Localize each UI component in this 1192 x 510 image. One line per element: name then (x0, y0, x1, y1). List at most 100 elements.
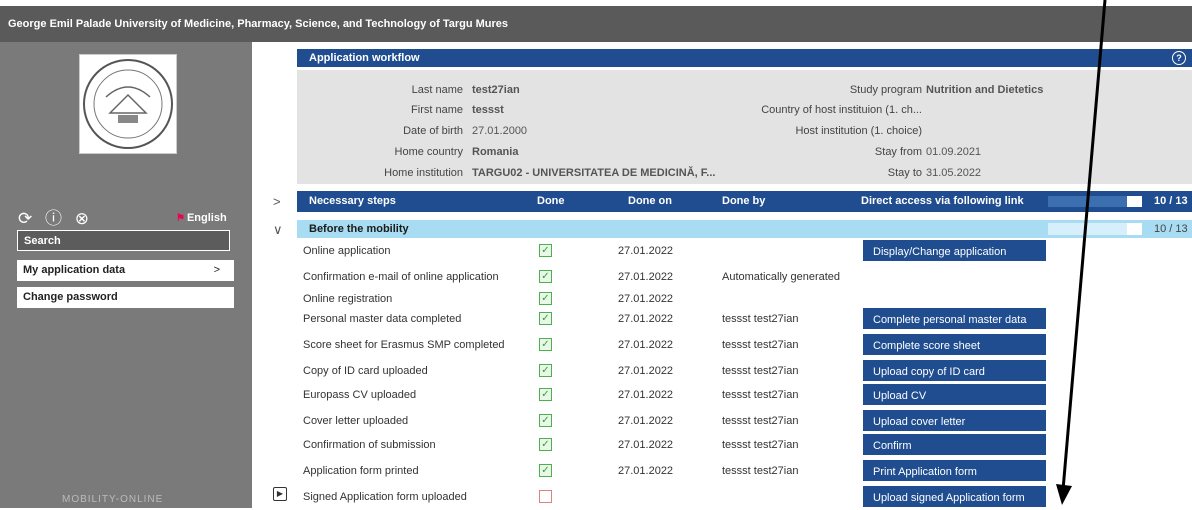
refresh-icon[interactable]: ⟳ (18, 209, 32, 228)
step-name: Confirmation of submission (303, 439, 436, 451)
table-row: Confirmation of submission ✓ 27.01.2022 tes… (297, 434, 1192, 458)
step-name: Online application (303, 245, 391, 257)
last-name-value: test27ian (472, 84, 520, 96)
sidebar-item-my-application-data[interactable]: My application data > (17, 260, 234, 281)
col-done-by: Done by (722, 195, 766, 207)
sidebar: ⟳ ⓘ ⊗ ⚑ English Search My application dat… (0, 42, 252, 508)
checkbox-checked-icon: ✓ (539, 388, 552, 401)
step-name: Confirmation e-mail of online applicatio… (303, 271, 499, 283)
home-institution-value: TARGU02 - UNIVERSITATEA DE MEDICINĂ, F..… (472, 167, 716, 179)
sidebar-item-label: Change password (23, 291, 118, 303)
stay-from-value: 01.09.2021 (926, 146, 982, 158)
step-action-button[interactable]: Upload copy of ID card (863, 360, 1046, 381)
dob-value: 27.01.2000 (472, 125, 528, 137)
stay-to-label: Stay to (887, 167, 922, 179)
done-on-date: 27.01.2022 (618, 313, 674, 325)
language-label: English (186, 212, 227, 224)
step-action-button[interactable]: Upload cover letter (863, 410, 1046, 431)
col-direct-access: Direct access via following link (861, 195, 1024, 207)
necessary-steps-header: Necessary steps Done Done on Done by Dir… (297, 191, 1192, 212)
done-by: tessst test27ian (722, 313, 799, 325)
close-icon[interactable]: ⊗ (75, 209, 89, 228)
col-done: Done (537, 195, 565, 207)
step-name: Online registration (303, 293, 393, 305)
checkbox-checked-icon: ✓ (539, 414, 552, 427)
step-name: Signed Application form uploaded (303, 491, 467, 503)
col-done-on: Done on (628, 195, 672, 207)
checkbox-checked-icon: ✓ (539, 464, 552, 477)
country-host-label: Country of host instituion (1. ch... (761, 104, 922, 116)
step-action-button[interactable]: Print Application form (863, 460, 1046, 481)
study-program-label: Study program (849, 84, 922, 96)
before-mobility-header[interactable]: Before the mobility 10 / 13 (297, 220, 1192, 238)
table-row: Application form printed ✓ 27.01.2022 tesss… (297, 460, 1192, 484)
done-on-date: 27.01.2022 (618, 271, 674, 283)
checkbox-checked-icon: ✓ (539, 438, 552, 451)
collapse-chevron-icon[interactable]: ∨ (273, 222, 283, 238)
chevron-right-icon: > (213, 264, 220, 276)
checkbox-checked-icon: ✓ (539, 270, 552, 283)
flag-icon: ⚑ (176, 213, 185, 224)
language-selector[interactable]: ⚑ English (176, 212, 227, 224)
col-necessary-steps: Necessary steps (309, 195, 396, 207)
host-institution-label: Host institution (1. choice) (795, 125, 922, 137)
before-progress-bar (1048, 223, 1142, 235)
home-institution-label: Home institution (384, 167, 463, 179)
before-mobility-label: Before the mobility (309, 223, 409, 235)
sidebar-item-change-password[interactable]: Change password (17, 287, 234, 308)
table-row: Score sheet for Erasmus SMP completed ✓ 27… (297, 334, 1192, 358)
progress-fill (1127, 223, 1142, 235)
step-name: Cover letter uploaded (303, 415, 409, 427)
table-row: Online application ✓ 27.01.2022 Display/Cha… (297, 240, 1192, 264)
expand-chevron-icon[interactable]: > (273, 194, 281, 209)
sidebar-item-label: My application data (23, 264, 126, 276)
checkbox-checked-icon: ✓ (539, 364, 552, 377)
table-row: Signed Application form uploaded Upload s… (297, 486, 1192, 510)
table-row: Europass CV uploaded ✓ 27.01.2022 tessst te… (297, 384, 1192, 408)
done-on-date: 27.01.2022 (618, 365, 674, 377)
steps-progress-bar (1048, 196, 1142, 207)
stay-from-label: Stay from (874, 146, 922, 158)
last-name-label: Last name (411, 84, 463, 96)
home-country-value: Romania (472, 146, 519, 158)
done-by: tessst test27ian (722, 339, 799, 351)
university-title: George Emil Palade University of Medicin… (8, 18, 509, 30)
table-row: Personal master data completed ✓ 27.01.202… (297, 308, 1192, 332)
done-on-date: 27.01.2022 (618, 293, 674, 305)
dob-label: Date of birth (403, 125, 463, 137)
sidebar-icons: ⟳ ⓘ ⊗ (18, 204, 97, 229)
first-name-value: tessst (472, 104, 504, 116)
step-action-button[interactable]: Display/Change application (863, 240, 1046, 261)
table-row: Confirmation e-mail of online applicatio… (297, 266, 1192, 290)
top-strip (0, 0, 1192, 6)
step-name: Score sheet for Erasmus SMP completed (303, 339, 505, 351)
step-action-button[interactable]: Complete score sheet (863, 334, 1046, 355)
step-action-button[interactable]: Upload CV (863, 384, 1046, 405)
done-by: Automatically generated (722, 271, 841, 283)
done-on-date: 27.01.2022 (618, 245, 674, 257)
study-program-value: Nutrition and Dietetics (926, 84, 1044, 96)
step-name: Europass CV uploaded (303, 389, 417, 401)
applicant-info: Last name test27ian First name tessst Da… (297, 70, 1192, 184)
help-icon[interactable]: ⓘ (45, 209, 62, 228)
step-name: Application form printed (303, 465, 419, 477)
done-on-date: 27.01.2022 (618, 339, 674, 351)
table-row: Cover letter uploaded ✓ 27.01.2022 tessst t… (297, 410, 1192, 434)
sidebar-search[interactable]: Search (17, 230, 230, 251)
step-action-button[interactable]: Upload signed Application form (863, 486, 1046, 507)
done-by: tessst test27ian (722, 389, 799, 401)
top-bar: George Emil Palade University of Medicin… (0, 0, 1192, 42)
done-on-date: 27.01.2022 (618, 465, 674, 477)
application-workflow-header: Application workflow ? (297, 49, 1192, 67)
help-icon[interactable]: ? (1172, 51, 1186, 65)
checkbox-checked-icon: ✓ (539, 292, 552, 305)
done-on-date: 27.01.2022 (618, 415, 674, 427)
step-action-button[interactable]: Complete personal master data (863, 308, 1046, 329)
step-action-button[interactable]: Confirm (863, 434, 1046, 455)
step-name: Copy of ID card uploaded (303, 365, 428, 377)
done-on-date: 27.01.2022 (618, 439, 674, 451)
done-on-date: 27.01.2022 (618, 389, 674, 401)
play-icon[interactable]: ▶ (273, 487, 287, 501)
university-logo (79, 54, 177, 154)
table-row: Copy of ID card uploaded ✓ 27.01.2022 tesss… (297, 360, 1192, 384)
